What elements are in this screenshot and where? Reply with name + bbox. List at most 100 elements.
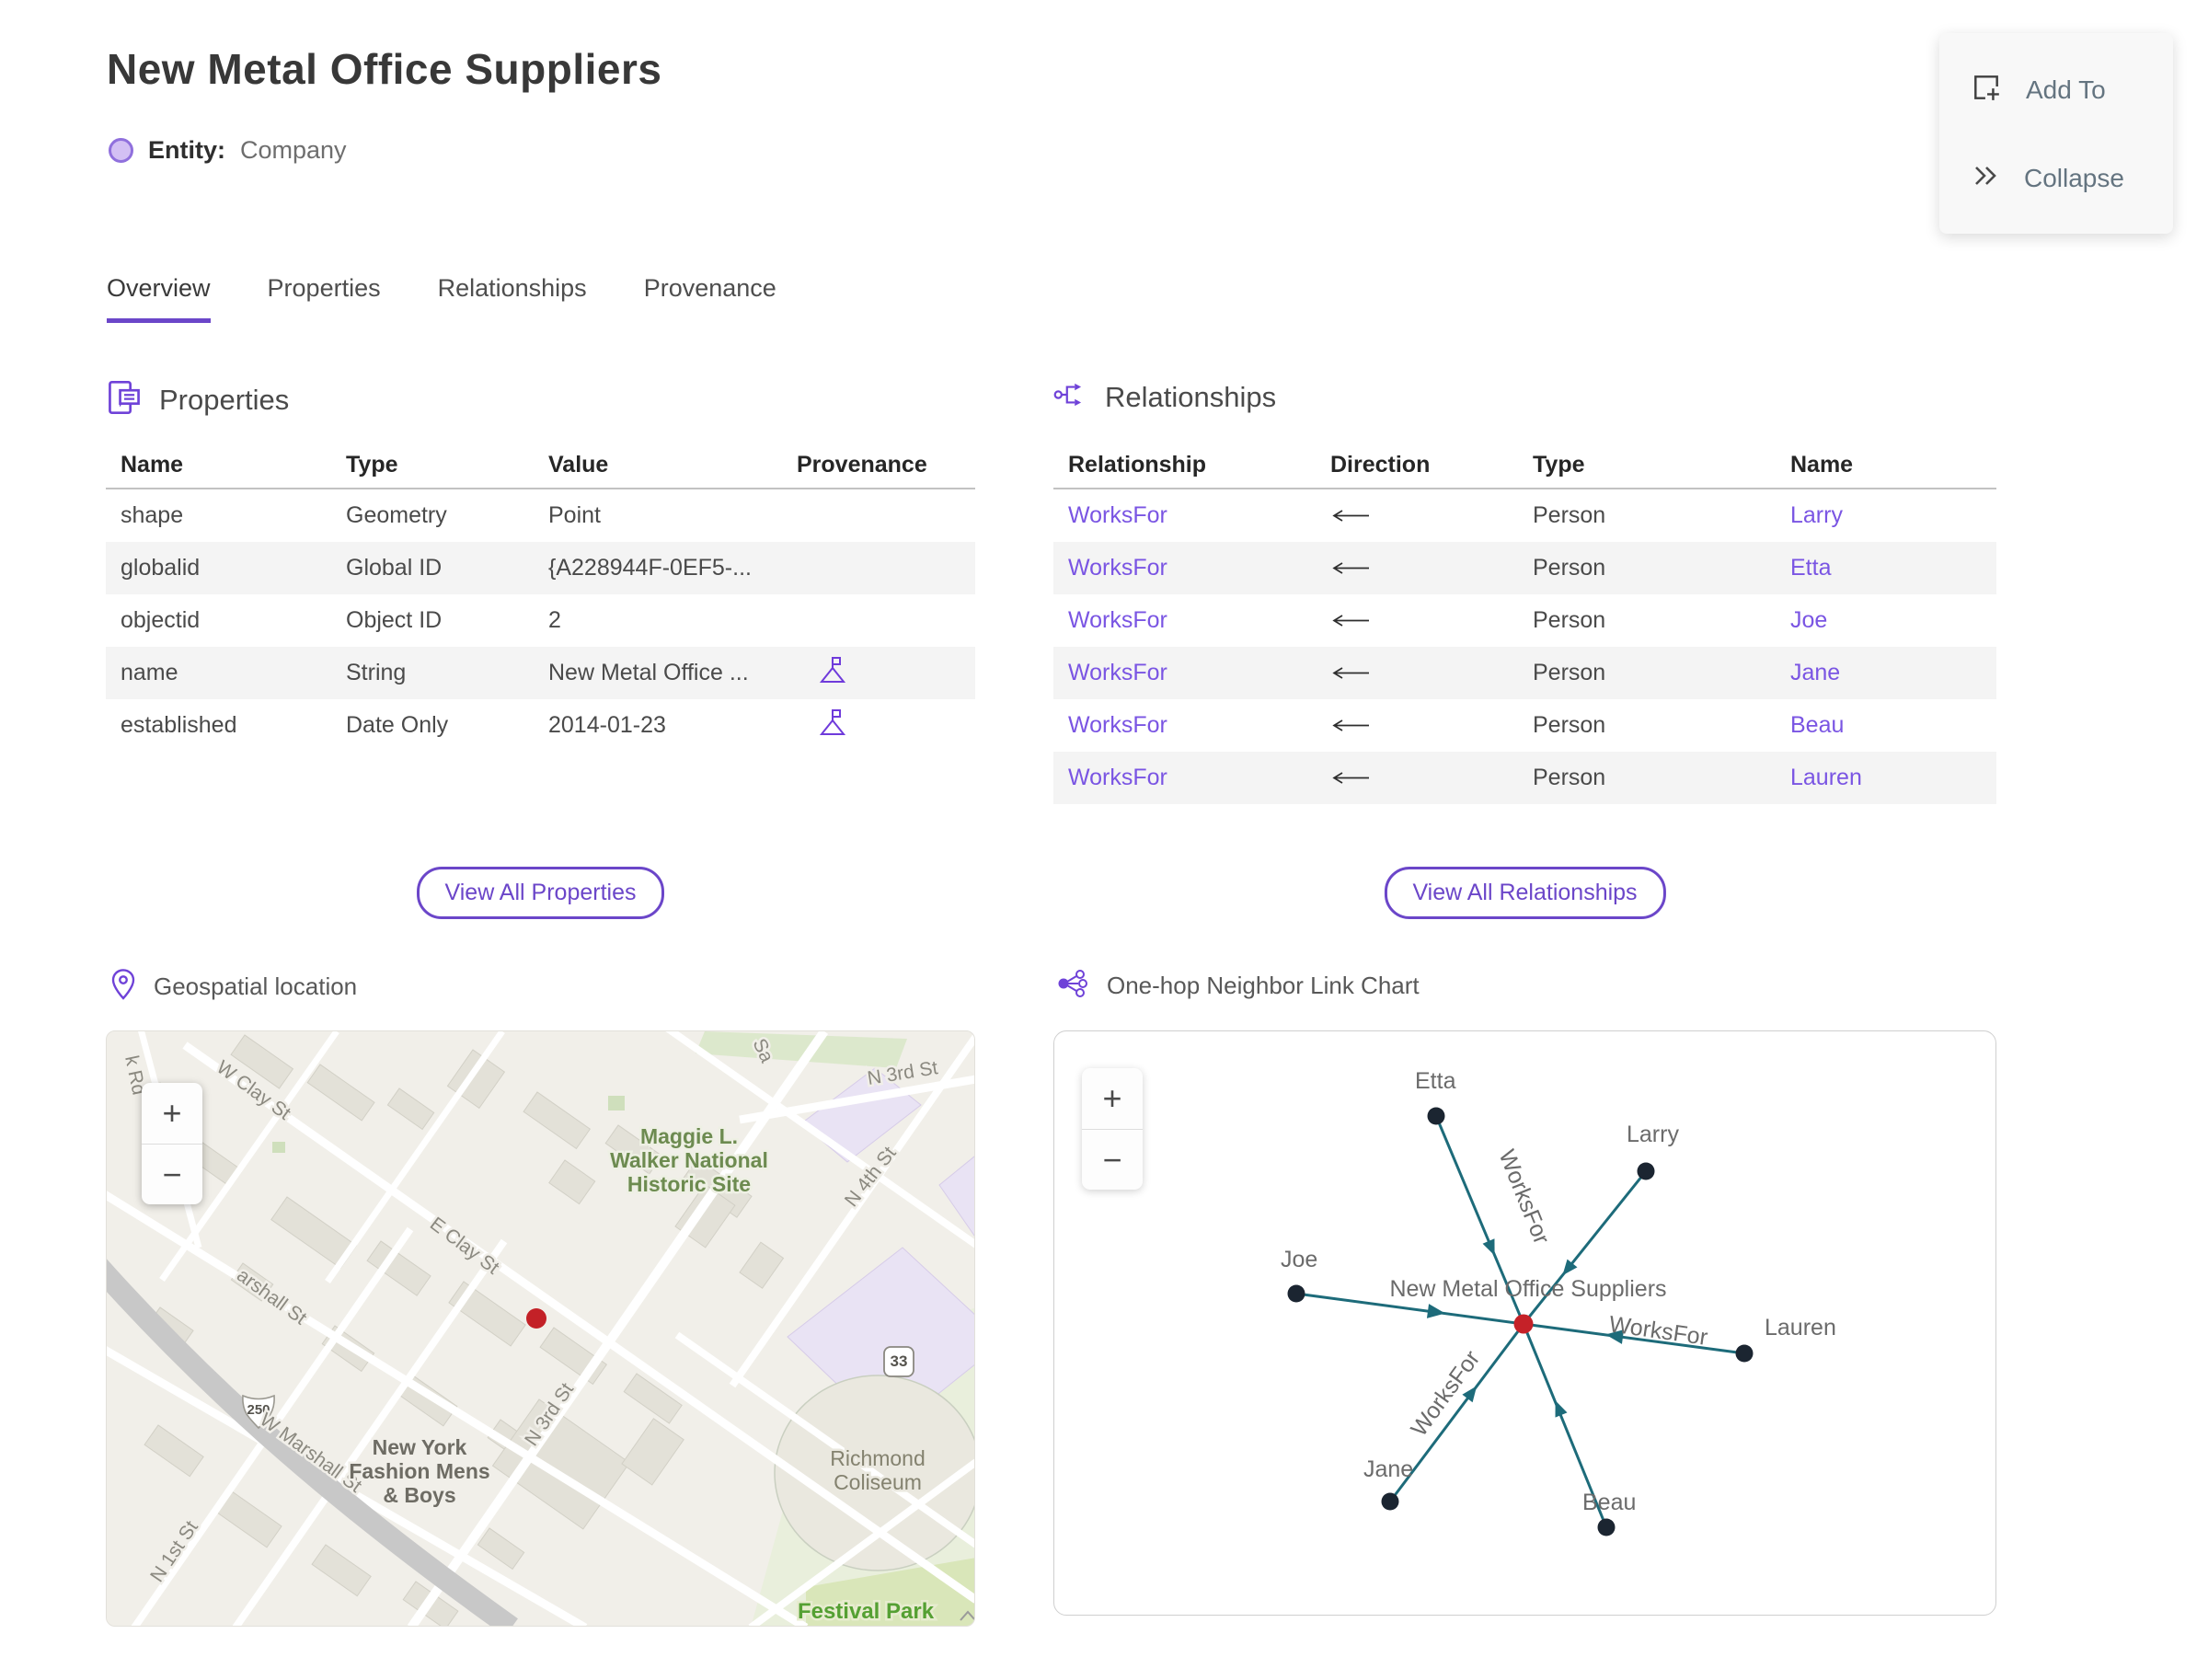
direction-left-arrow-icon: [1316, 502, 1518, 529]
prop-name: shape: [121, 502, 184, 528]
col-name: Name: [121, 451, 184, 478]
view-all-relationships-button[interactable]: View All Relationships: [1384, 867, 1666, 919]
table-row[interactable]: WorksFor Person Etta: [1053, 542, 1996, 594]
svg-text:New York: New York: [373, 1435, 467, 1459]
node-jane[interactable]: [1381, 1492, 1399, 1511]
chart-zoom-control: + −: [1082, 1068, 1143, 1190]
node-joe[interactable]: [1287, 1284, 1305, 1303]
svg-text:Historic Site: Historic Site: [627, 1172, 751, 1196]
link-chart-section-title: One-hop Neighbor Link Chart: [1107, 972, 1420, 999]
provenance-flag-icon[interactable]: [782, 655, 975, 691]
green-patch: [608, 1096, 625, 1110]
node-label: Joe: [1281, 1247, 1317, 1272]
svg-text:Walker National: Walker National: [610, 1148, 768, 1172]
node-etta[interactable]: [1427, 1107, 1445, 1125]
map-zoom-in-button[interactable]: +: [142, 1083, 202, 1144]
table-row[interactable]: name String New Metal Office ...: [106, 647, 975, 699]
col-relationship: Relationship: [1068, 451, 1207, 478]
related-type: Person: [1533, 765, 1606, 790]
node-lauren[interactable]: [1735, 1344, 1754, 1363]
related-type: Person: [1533, 712, 1606, 738]
related-entity-link[interactable]: Beau: [1776, 712, 1996, 739]
geospatial-section-title: Geospatial location: [154, 972, 358, 1000]
relationships-table-header: Relationship Direction Type Name: [1053, 442, 1996, 489]
node-label: Jane: [1363, 1456, 1413, 1482]
prop-value: {A228944F-0EF5-...: [548, 555, 752, 581]
prop-type: Object ID: [346, 607, 443, 633]
properties-table-header: Name Type Value Provenance: [106, 442, 975, 489]
properties-icon: [106, 379, 143, 420]
table-row[interactable]: WorksFor Person Lauren: [1053, 752, 1996, 804]
table-row[interactable]: shape Geometry Point: [106, 489, 975, 542]
related-entity-link[interactable]: Joe: [1776, 607, 1996, 634]
table-row[interactable]: WorksFor Person Jane: [1053, 647, 1996, 699]
properties-table: Name Type Value Provenance shape Geometr…: [106, 442, 975, 752]
relationship-link[interactable]: WorksFor: [1053, 765, 1316, 791]
svg-text:Maggie L.: Maggie L.: [640, 1124, 738, 1148]
table-row[interactable]: globalid Global ID {A228944F-0EF5-...: [106, 542, 975, 594]
col-type: Type: [346, 451, 398, 478]
map-zoom-control: + −: [142, 1083, 202, 1204]
col-name: Name: [1790, 451, 1854, 478]
svg-text:& Boys: & Boys: [383, 1483, 455, 1507]
col-value: Value: [548, 451, 609, 478]
view-all-properties-button[interactable]: View All Properties: [416, 867, 665, 919]
chart-zoom-in-button[interactable]: +: [1082, 1068, 1143, 1129]
node-beau[interactable]: [1597, 1518, 1616, 1536]
table-row[interactable]: WorksFor Person Larry: [1053, 489, 1996, 542]
relationship-link[interactable]: WorksFor: [1053, 555, 1316, 581]
direction-left-arrow-icon: [1316, 712, 1518, 739]
map-canvas[interactable]: 250 33 k Rd W Clay St Sa arshall St W Ma…: [107, 1031, 975, 1627]
node-larry[interactable]: [1637, 1162, 1655, 1180]
properties-section-title: Properties: [159, 383, 290, 416]
prop-type: Global ID: [346, 555, 443, 581]
prop-value: 2014-01-23: [548, 712, 666, 738]
direction-left-arrow-icon: [1316, 555, 1518, 581]
geospatial-section-header: Geospatial location: [109, 968, 357, 1006]
map-panel: + − 250 33 k Rd W Clay St Sa arshall St …: [106, 1030, 975, 1627]
related-type: Person: [1533, 502, 1606, 528]
relationships-icon: [1053, 379, 1088, 415]
related-type: Person: [1533, 660, 1606, 685]
node-label: Beau: [1582, 1490, 1636, 1515]
chart-zoom-out-button[interactable]: −: [1082, 1129, 1143, 1190]
prop-type: Date Only: [346, 712, 449, 738]
node-label: Etta: [1415, 1068, 1456, 1094]
col-type: Type: [1533, 451, 1585, 478]
green-patch: [272, 1142, 285, 1153]
route-shield-33: 33: [883, 1346, 914, 1377]
table-row[interactable]: WorksFor Person Beau: [1053, 699, 1996, 752]
table-row[interactable]: WorksFor Person Joe: [1053, 594, 1996, 647]
relationships-table: Relationship Direction Type Name WorksFo…: [1053, 442, 1996, 804]
add-to-label: Add To: [2026, 75, 2106, 104]
col-provenance: Provenance: [797, 451, 927, 478]
direction-left-arrow-icon: [1316, 660, 1518, 686]
map-zoom-out-button[interactable]: −: [142, 1144, 202, 1204]
link-chart-canvas[interactable]: WorksFor WorksFor WorksFor Etta Larry Jo…: [1054, 1031, 1995, 1615]
table-row[interactable]: objectid Object ID 2: [106, 594, 975, 647]
node-label: Larry: [1627, 1122, 1679, 1147]
relationship-link[interactable]: WorksFor: [1053, 502, 1316, 529]
prop-name: established: [121, 712, 237, 738]
link-chart-section-header: One-hop Neighbor Link Chart: [1057, 968, 1420, 1004]
collapse-label: Collapse: [2024, 163, 2124, 192]
relationship-link[interactable]: WorksFor: [1053, 712, 1316, 739]
entity-location-marker[interactable]: [526, 1308, 546, 1329]
svg-text:Fashion Mens: Fashion Mens: [349, 1459, 489, 1483]
relationship-link[interactable]: WorksFor: [1053, 607, 1316, 634]
svg-text:Richmond: Richmond: [830, 1446, 926, 1470]
svg-text:33: 33: [891, 1352, 908, 1370]
related-entity-link[interactable]: Etta: [1776, 555, 1996, 581]
direction-left-arrow-icon: [1316, 765, 1518, 791]
related-entity-link[interactable]: Larry: [1776, 502, 1996, 529]
related-type: Person: [1533, 607, 1606, 633]
table-row[interactable]: established Date Only 2014-01-23: [106, 699, 975, 752]
relationship-link[interactable]: WorksFor: [1053, 660, 1316, 686]
prop-value: New Metal Office ...: [548, 660, 749, 685]
related-entity-link[interactable]: Lauren: [1776, 765, 1996, 791]
node-center-selected[interactable]: [1513, 1314, 1534, 1334]
provenance-flag-icon[interactable]: [782, 708, 975, 743]
related-entity-link[interactable]: Jane: [1776, 660, 1996, 686]
poi-label-coliseum: Richmond Coliseum: [828, 1444, 928, 1497]
map-pin-icon: [109, 968, 137, 1006]
